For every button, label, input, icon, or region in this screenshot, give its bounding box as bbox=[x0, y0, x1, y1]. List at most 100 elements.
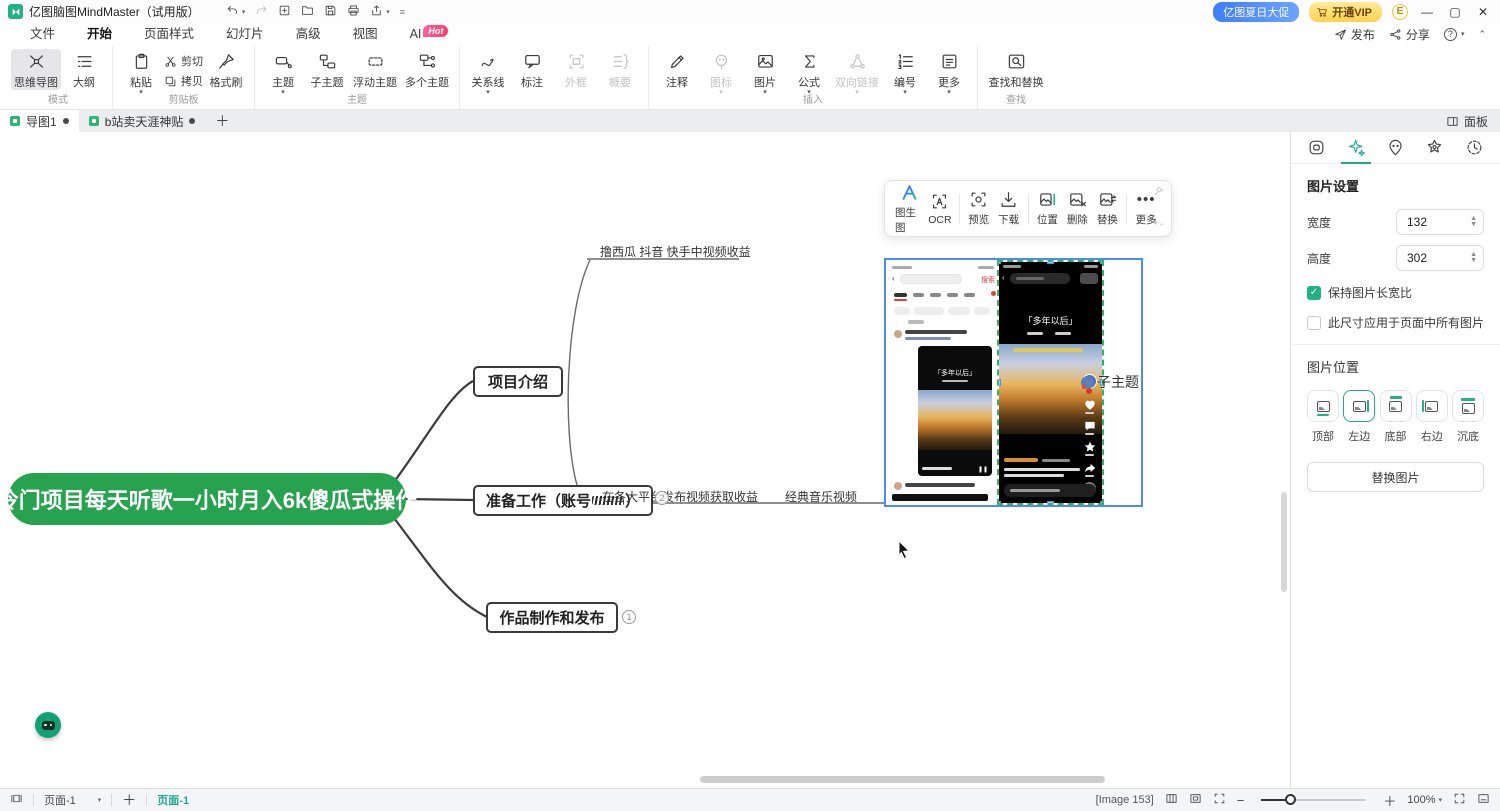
resize-handle-sw[interactable] bbox=[999, 501, 1001, 503]
topic-count-badge-1[interactable]: 1 bbox=[622, 610, 636, 624]
menu-tab-slides[interactable]: 幻灯片 bbox=[210, 23, 280, 45]
multi-page-view-button[interactable] bbox=[1165, 792, 1178, 808]
help-button[interactable]: ?▾ bbox=[1444, 28, 1465, 41]
ribbon-button-callout[interactable]: 标注 bbox=[511, 49, 553, 90]
resize-handle-s[interactable] bbox=[1047, 501, 1054, 503]
mindmap-canvas[interactable]: 冷门项目每天听歌一小时月入6k傻瓜式操作 项目介绍 准备工作（账号） 作品制作和… bbox=[0, 132, 1290, 788]
menu-tab-file[interactable]: 文件 bbox=[14, 23, 71, 45]
export-button[interactable] bbox=[370, 4, 383, 20]
subtopic-classic-music-video[interactable]: 经典音乐视频 bbox=[785, 488, 857, 505]
open-button[interactable] bbox=[301, 4, 314, 20]
promo-badge[interactable]: 亿图夏日大促 bbox=[1213, 2, 1299, 22]
image-to-image-button[interactable]: 图生图 bbox=[895, 183, 925, 235]
menu-tab-page-style[interactable]: 页面样式 bbox=[128, 23, 210, 45]
menu-tab-home[interactable]: 开始 bbox=[71, 23, 128, 45]
close-button[interactable]: ✕ bbox=[1474, 5, 1492, 19]
topic-production-publish[interactable]: 作品制作和发布 bbox=[486, 602, 618, 633]
redo-button[interactable] bbox=[255, 4, 268, 20]
topic-count-badge-2[interactable]: 2 bbox=[655, 491, 669, 505]
customize-toolbar-button[interactable]: ≡ bbox=[400, 7, 405, 17]
ribbon-button-more-insert[interactable]: 更多 ▾ bbox=[928, 49, 970, 95]
zoom-in-button[interactable]: ＋ bbox=[1383, 791, 1396, 810]
doc-tab-bilibili[interactable]: b站卖天涯神贴 bbox=[79, 110, 206, 132]
collapse-ribbon-button[interactable]: ⌃ bbox=[1478, 29, 1486, 40]
new-document-button[interactable] bbox=[278, 4, 291, 20]
print-button[interactable] bbox=[347, 4, 360, 20]
share-button[interactable]: 分享 bbox=[1389, 26, 1430, 43]
image-replace-button[interactable]: 替换 bbox=[1092, 190, 1122, 227]
subtopic-platform-income[interactable]: 在各大平台发布视频获取收益 bbox=[602, 488, 758, 505]
ribbon-button-relationship[interactable]: 关系线 ▾ bbox=[467, 49, 509, 95]
ribbon-button-cut[interactable]: 剪切 bbox=[164, 53, 203, 69]
keep-aspect-ratio-option[interactable]: 保持图片长宽比 bbox=[1307, 284, 1484, 301]
height-input[interactable] bbox=[1397, 251, 1455, 265]
pin-toolbar-button[interactable] bbox=[1153, 186, 1164, 200]
position-option-right[interactable]: 右边 bbox=[1416, 390, 1448, 444]
zoom-level-dropdown[interactable]: 100% ▾ bbox=[1407, 794, 1442, 806]
collapse-statusbar-button[interactable] bbox=[1477, 792, 1490, 808]
fit-frame-button[interactable] bbox=[1189, 792, 1202, 808]
width-stepper[interactable]: ▲▼ bbox=[1470, 216, 1483, 228]
sidebar-tab-style[interactable] bbox=[1300, 132, 1334, 164]
menu-tab-view[interactable]: 视图 bbox=[337, 23, 394, 45]
sidebar-tab-clipart[interactable] bbox=[1418, 132, 1452, 164]
resize-handle-ne[interactable] bbox=[1100, 262, 1102, 264]
ribbon-button-mindmap[interactable]: 思维导图 bbox=[11, 49, 61, 90]
resize-handle-e[interactable] bbox=[1100, 379, 1102, 386]
ribbon-button-picture[interactable]: 图片 ▾ bbox=[744, 49, 786, 95]
ribbon-button-format-painter[interactable]: 格式刷 bbox=[205, 49, 247, 90]
subtopic-watermelon-income[interactable]: 撸西瓜 抖音 快手中视频收益 bbox=[600, 243, 751, 260]
export-caret[interactable]: ▾ bbox=[386, 8, 390, 16]
width-input[interactable] bbox=[1397, 215, 1455, 229]
apply-to-all-option[interactable]: 此尺寸应用于页面中所有图片 bbox=[1307, 314, 1484, 331]
position-option-left[interactable]: 左边 bbox=[1343, 390, 1375, 444]
ribbon-button-floating-topic[interactable]: 浮动主题 bbox=[350, 49, 400, 90]
sidebar-tab-marker[interactable] bbox=[1378, 132, 1412, 164]
ribbon-button-multiple-topics[interactable]: 多个主题 bbox=[402, 49, 452, 90]
minimize-button[interactable]: — bbox=[1418, 5, 1436, 19]
fullscreen-button[interactable] bbox=[1453, 792, 1466, 808]
position-option-bottom[interactable]: 底部 bbox=[1380, 390, 1412, 444]
page-tab-active[interactable]: 页面-1 bbox=[157, 792, 189, 808]
preview-button[interactable]: 预览 bbox=[964, 190, 994, 227]
vip-button[interactable]: 开通VIP bbox=[1309, 2, 1382, 22]
replace-image-button[interactable]: 替换图片 bbox=[1307, 462, 1484, 492]
position-option-behind[interactable]: 沉底 bbox=[1452, 390, 1484, 444]
ribbon-button-formula[interactable]: 公式 ▾ bbox=[788, 49, 830, 95]
user-avatar[interactable]: E bbox=[1392, 4, 1408, 20]
root-topic[interactable]: 冷门项目每天听歌一小时月入6k傻瓜式操作 bbox=[8, 473, 406, 525]
maximize-button[interactable]: ▢ bbox=[1446, 5, 1464, 19]
ocr-button[interactable]: OCR bbox=[925, 192, 955, 226]
publish-button[interactable]: 发布 bbox=[1334, 26, 1375, 43]
horizontal-scrollbar[interactable] bbox=[700, 776, 1105, 783]
panel-toggle-button[interactable]: 面板 bbox=[1434, 113, 1500, 130]
page-panel-button[interactable] bbox=[10, 792, 23, 808]
ai-assistant-button[interactable] bbox=[35, 712, 61, 738]
new-tab-button[interactable]: ＋ bbox=[205, 111, 239, 131]
menu-tab-advanced[interactable]: 高级 bbox=[280, 23, 337, 45]
page-dropdown[interactable]: 页面-1 ▾ bbox=[44, 792, 101, 808]
fit-screen-button[interactable] bbox=[1213, 792, 1226, 808]
add-page-button[interactable]: ＋ bbox=[122, 790, 136, 810]
image-delete-button[interactable]: 删除 bbox=[1062, 190, 1092, 227]
resize-handle-se[interactable] bbox=[1100, 501, 1102, 503]
ribbon-button-subtopic[interactable]: 子主题 bbox=[306, 49, 348, 90]
ribbon-button-find-replace[interactable]: 查找和替换 bbox=[985, 49, 1047, 90]
ribbon-button-note[interactable]: 注释 bbox=[656, 49, 698, 90]
ribbon-button-copy[interactable]: 拷贝 bbox=[164, 73, 203, 89]
save-button[interactable] bbox=[324, 4, 337, 20]
sidebar-tab-ai-settings[interactable] bbox=[1339, 132, 1373, 164]
ribbon-button-paste[interactable]: 粘贴 ▾ bbox=[120, 49, 162, 95]
undo-button[interactable] bbox=[226, 4, 239, 20]
image-position-button[interactable]: 位置 bbox=[1032, 190, 1062, 227]
topic-project-intro[interactable]: 项目介绍 bbox=[473, 366, 563, 397]
position-option-top[interactable]: 顶部 bbox=[1307, 390, 1339, 444]
height-stepper[interactable]: ▲▼ bbox=[1470, 252, 1483, 264]
zoom-out-button[interactable]: − bbox=[1237, 793, 1245, 808]
ribbon-button-topic[interactable]: 主题 ▾ bbox=[262, 49, 304, 95]
vertical-scrollbar[interactable] bbox=[1281, 492, 1287, 592]
menu-tab-ai[interactable]: AIHot bbox=[394, 23, 465, 45]
undo-caret[interactable]: ▾ bbox=[242, 8, 246, 16]
subtopic-node[interactable]: 子主题 bbox=[1081, 372, 1139, 392]
zoom-slider[interactable] bbox=[1261, 799, 1366, 801]
